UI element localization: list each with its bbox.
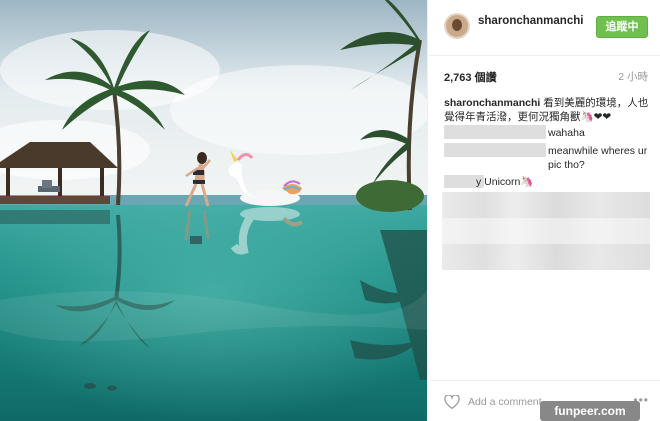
comment-text: meanwhile wheres ur pic tho? xyxy=(548,145,648,171)
post-header: sharonchanmanchi 追蹤中 xyxy=(428,0,660,56)
avatar[interactable] xyxy=(444,13,470,39)
comment-text: wahaha xyxy=(548,127,585,139)
blurred-comments xyxy=(442,192,650,270)
blurred-username xyxy=(444,125,546,139)
following-button[interactable]: 追蹤中 xyxy=(596,16,648,38)
post-caption: sharonchanmanchi 看到美麗的環境，人也覺得年青活潑，更何況獨角獸🦄… xyxy=(444,96,654,124)
caption-username[interactable]: sharonchanmanchi xyxy=(444,97,540,109)
post-panel: sharonchanmanchi 追蹤中 2,763 個讚 2 小時 sharo… xyxy=(427,0,660,421)
watermark: funpeer.com xyxy=(540,401,640,421)
comment-text: y Unicorn🦄 xyxy=(476,176,534,188)
post-time[interactable]: 2 小時 xyxy=(618,69,648,84)
likes-count[interactable]: 2,763 個讚 xyxy=(444,69,497,85)
post-photo[interactable] xyxy=(0,0,427,421)
post-photo-image xyxy=(0,0,427,421)
blurred-username xyxy=(444,143,546,157)
username-link[interactable]: sharonchanmanchi xyxy=(478,15,583,27)
heart-icon[interactable] xyxy=(444,395,460,409)
